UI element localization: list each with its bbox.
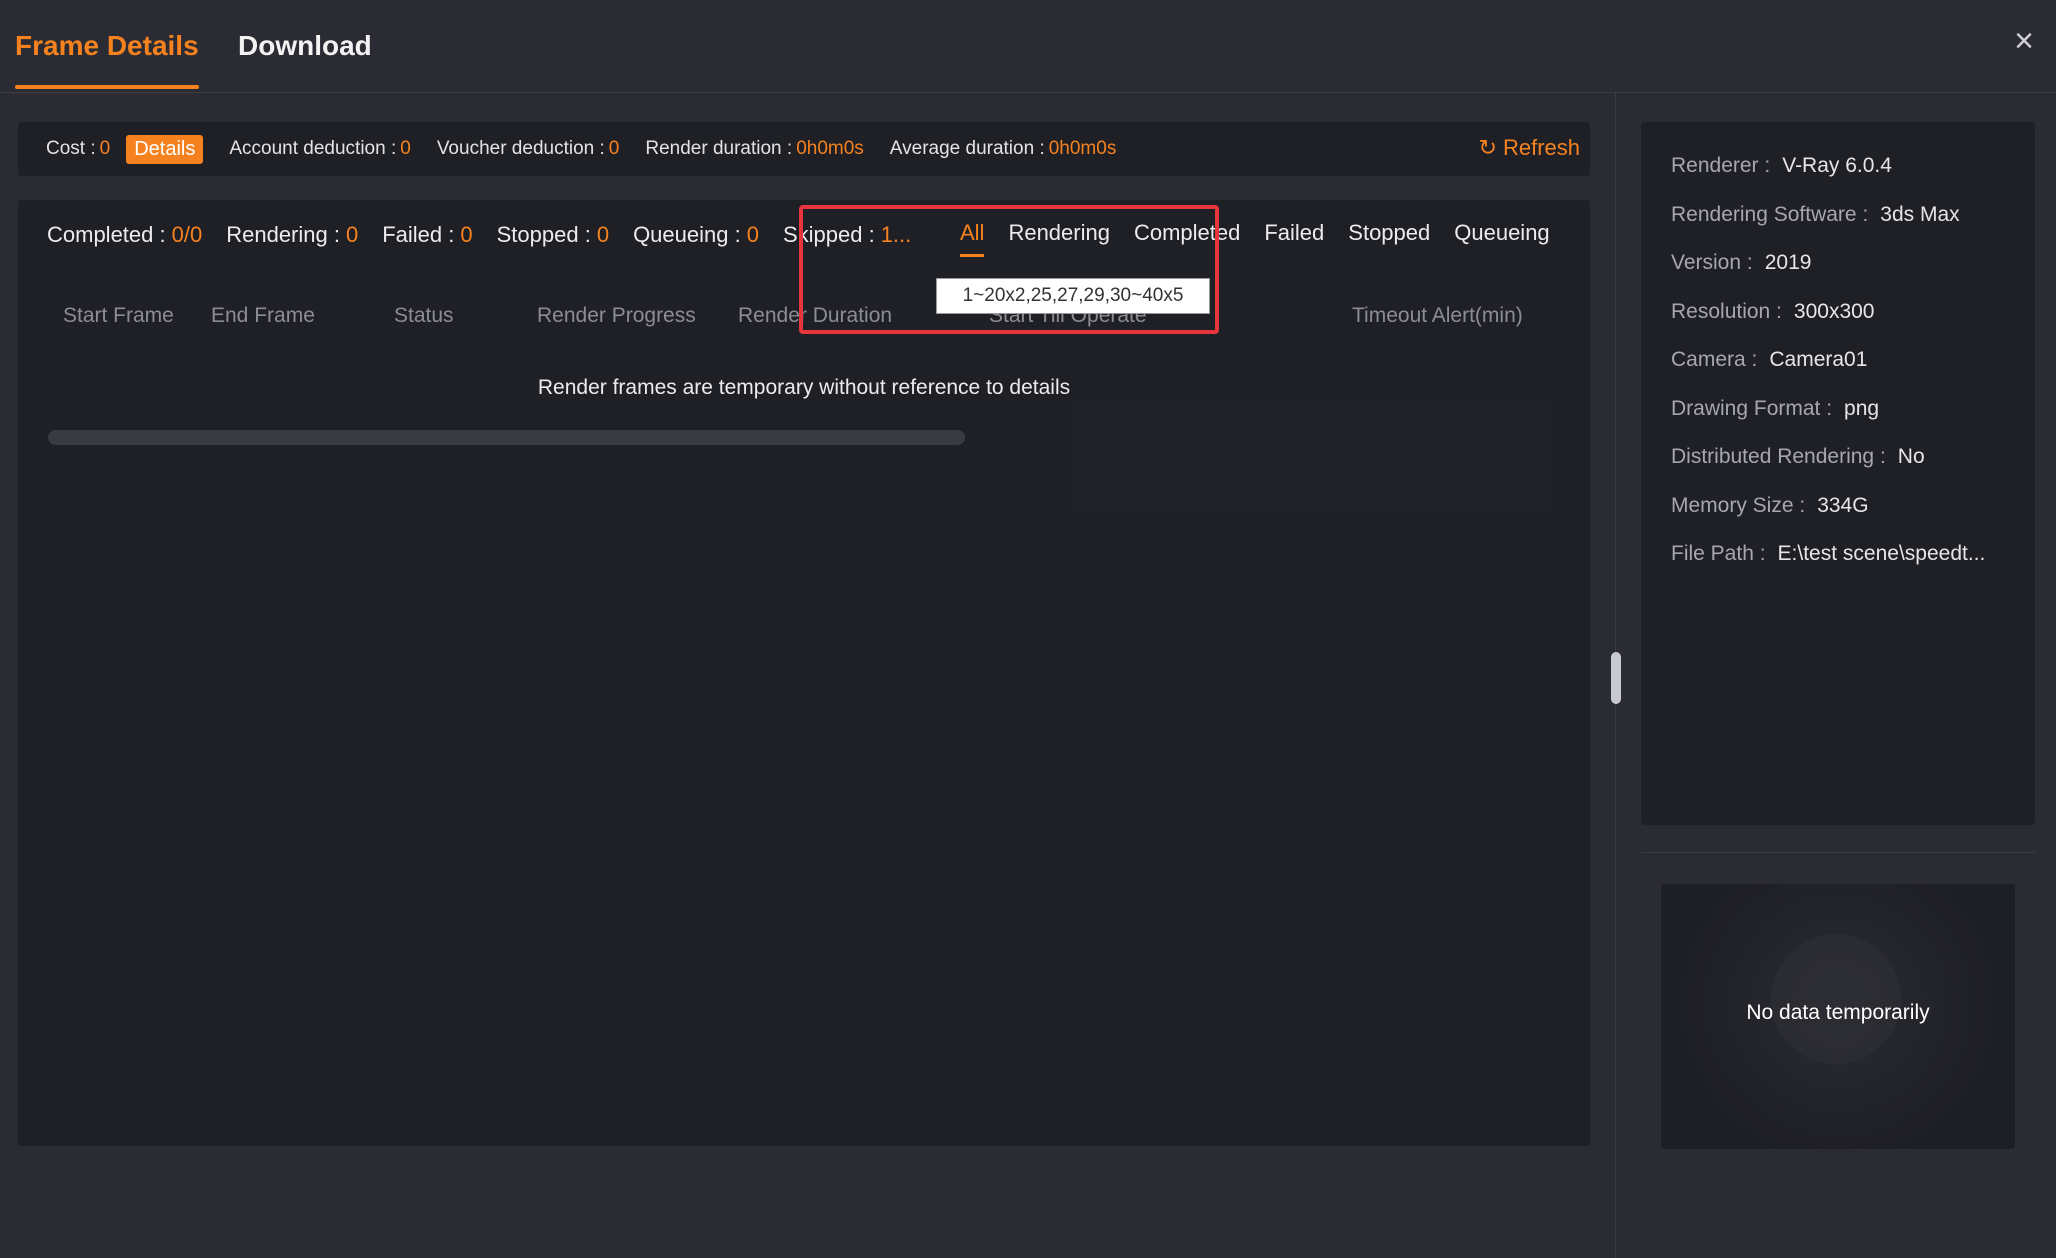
cost-label: Cost : [46,138,96,159]
info-filepath-value: E:\test scene\speedt... [1777,542,1986,565]
info-filepath-label: File Path : [1671,542,1766,565]
refresh-label: Refresh [1502,135,1580,160]
queueing-count-label: Queueing : [633,222,741,247]
info-camera-label: Camera : [1671,348,1758,371]
info-format-label: Drawing Format : [1671,397,1833,420]
completed-count: Completed :0/0 [47,222,202,248]
info-resolution: Resolution : 300x300 [1671,300,1874,324]
splitter-handle[interactable] [1611,652,1621,704]
info-version: Version : 2019 [1671,251,1811,275]
account-deduction-label: Account deduction : [229,138,397,159]
col-end-frame: End Frame [211,304,315,327]
info-divider [1641,852,2035,853]
completed-count-value: 0/0 [171,222,203,247]
rendering-count-value: 0 [345,222,359,247]
filter-stopped[interactable]: Stopped [1348,220,1430,246]
render-duration-label: Render duration : [645,138,793,159]
col-render-progress: Render Progress [537,304,696,327]
queueing-count-value: 0 [746,222,759,247]
refresh-icon: ↻ [1478,135,1497,160]
tab-frame-details[interactable]: Frame Details [15,30,199,89]
no-data-message: No data temporarily [1746,1001,1930,1024]
average-duration-item: Average duration : 0h0m0s [890,138,1117,160]
col-timeout-alert: Timeout Alert(min) [1352,304,1523,327]
filter-queueing[interactable]: Queueing [1454,220,1549,246]
tab-download[interactable]: Download [238,30,372,62]
empty-table-message: Render frames are temporary without refe… [537,376,1071,399]
render-duration-value: 0h0m0s [796,138,864,159]
completed-count-label: Completed : [47,222,166,247]
account-deduction-item: Account deduction : 0 [229,138,410,160]
tab-bar: Frame Details Download × [0,0,2056,93]
stopped-count-label: Stopped : [496,222,591,247]
refresh-button[interactable]: ↻ Refresh [1479,135,1580,161]
render-duration-item: Render duration : 0h0m0s [645,138,863,160]
info-version-value: 2019 [1764,251,1812,274]
average-duration-value: 0h0m0s [1048,138,1117,159]
info-memory-value: 334G [1817,494,1869,517]
info-resolution-label: Resolution : [1671,300,1782,323]
horizontal-scrollbar[interactable] [48,430,965,445]
info-renderer-label: Renderer : [1671,154,1771,177]
stopped-count-value: 0 [596,222,610,247]
info-renderer: Renderer : V-Ray 6.0.4 [1671,154,1892,178]
info-memory: Memory Size : 334G [1671,494,1869,518]
account-deduction-value: 0 [400,138,411,159]
info-renderer-value: V-Ray 6.0.4 [1782,154,1892,177]
voucher-deduction-value: 0 [608,138,620,159]
info-resolution-value: 300x300 [1793,300,1875,323]
render-info-panel: Renderer : V-Ray 6.0.4 Rendering Software… [1641,122,2035,825]
info-version-label: Version : [1671,251,1753,274]
info-software-label: Rendering Software : [1671,203,1869,226]
failed-count-label: Failed : [382,222,455,247]
rendering-count-label: Rendering : [226,222,340,247]
info-filepath: File Path : E:\test scene\speedt... [1671,542,1985,566]
stopped-count: Stopped :0 [497,222,609,248]
annotation-highlight-box [799,205,1219,334]
close-icon[interactable]: × [2014,22,2034,61]
queueing-count: Queueing :0 [633,222,759,248]
frame-list-panel: Completed :0/0 Rendering :0 Failed :0 St… [18,200,1590,1146]
fixed-column-shadow [1072,400,1552,510]
info-distributed-label: Distributed Rendering : [1671,445,1886,468]
details-button[interactable]: Details [126,134,204,164]
cost-item: Cost : 0 Details [46,134,204,164]
cost-summary-bar: Cost : 0 Details Account deduction : 0 V… [18,122,1590,176]
failed-count: Failed :0 [382,222,472,248]
rendering-count: Rendering :0 [226,222,358,248]
info-camera: Camera : Camera01 [1671,348,1867,372]
info-camera-value: Camera01 [1769,348,1868,371]
preview-panel: No data temporarily [1661,884,2015,1149]
info-format: Drawing Format : png [1671,397,1879,421]
empty-state-illustration [1771,934,1901,1064]
average-duration-label: Average duration : [889,138,1045,159]
voucher-deduction-label: Voucher deduction : [436,138,605,159]
voucher-deduction-item: Voucher deduction : 0 [437,138,620,160]
info-distributed-value: No [1897,445,1925,468]
info-format-value: png [1844,397,1880,420]
col-status: Status [394,304,454,327]
filter-failed[interactable]: Failed [1264,220,1324,246]
info-distributed: Distributed Rendering : No [1671,445,1925,469]
info-memory-label: Memory Size : [1671,494,1806,517]
failed-count-value: 0 [460,222,473,247]
col-start-frame: Start Frame [63,304,174,327]
info-software: Rendering Software : 3ds Max [1671,203,1960,227]
info-software-value: 3ds Max [1880,203,1960,226]
cost-value: 0 [99,138,111,159]
